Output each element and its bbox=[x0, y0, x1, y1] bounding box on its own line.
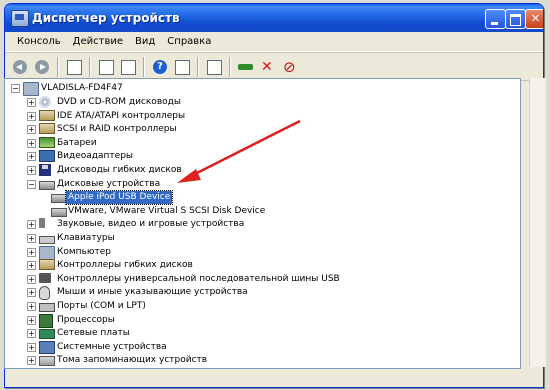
expand-icon[interactable]: + bbox=[27, 166, 36, 175]
close-icon: ✕ bbox=[530, 12, 541, 25]
print-button[interactable] bbox=[118, 57, 138, 77]
usb-controller-icon bbox=[39, 272, 51, 283]
device-label: Клавиатуры bbox=[57, 233, 115, 243]
minimize-icon bbox=[491, 22, 498, 25]
cdrom-icon bbox=[39, 96, 51, 108]
device-label: Мыши и иные указывающие устройства bbox=[57, 287, 248, 298]
expand-icon[interactable]: + bbox=[27, 274, 36, 284]
computer-icon bbox=[39, 245, 55, 260]
network-adapter-icon bbox=[39, 329, 55, 340]
cpu-icon bbox=[39, 313, 53, 328]
toolbar-separator bbox=[89, 56, 91, 77]
back-button[interactable] bbox=[10, 57, 30, 77]
floppy-controller-icon bbox=[39, 259, 55, 271]
device-label: Тома запоминающих устройств bbox=[57, 355, 208, 366]
expand-icon[interactable]: + bbox=[27, 152, 36, 162]
forward-button[interactable] bbox=[32, 57, 52, 77]
maximize-button[interactable] bbox=[505, 9, 526, 29]
expand-icon[interactable]: + bbox=[27, 234, 36, 243]
expand-icon[interactable]: + bbox=[27, 261, 36, 271]
expand-icon[interactable]: + bbox=[27, 329, 36, 339]
device-label: IDE ATA/ATAPI контроллеры bbox=[57, 110, 186, 121]
sound-icon bbox=[39, 218, 45, 229]
scsi-controller-icon bbox=[39, 123, 55, 135]
scan-hardware-button[interactable] bbox=[204, 57, 224, 77]
device-label: Дисководы гибких дисков bbox=[57, 165, 182, 175]
toolbar-separator bbox=[197, 56, 199, 77]
device-label: Звуковые, видео и игровые устройства bbox=[57, 219, 245, 230]
menu-bar: Консоль Действие Вид Справка bbox=[5, 32, 543, 52]
expand-icon[interactable]: + bbox=[27, 220, 36, 230]
toolbar-separator bbox=[57, 56, 59, 77]
expand-icon[interactable]: + bbox=[27, 288, 36, 298]
device-label: Контроллеры гибких дисков bbox=[57, 260, 193, 271]
show-hide-tree-button[interactable] bbox=[64, 57, 84, 77]
port-icon bbox=[39, 303, 55, 312]
device-label: Процессоры bbox=[57, 314, 115, 325]
expand-icon[interactable]: + bbox=[27, 111, 36, 121]
mouse-icon bbox=[39, 286, 50, 301]
keyboard-icon bbox=[39, 236, 55, 244]
view-details-button[interactable] bbox=[172, 57, 192, 77]
menu-view[interactable]: Вид bbox=[129, 36, 161, 47]
device-label: Системные устройства bbox=[57, 341, 167, 352]
system-device-icon bbox=[39, 340, 55, 354]
device-label: Apple iPod USB Device bbox=[64, 190, 174, 206]
expand-icon[interactable]: + bbox=[27, 125, 36, 135]
ide-controller-icon bbox=[39, 109, 55, 121]
device-label: SCSI и RAID контроллеры bbox=[57, 124, 177, 135]
floppy-icon bbox=[39, 164, 51, 176]
minimize-button[interactable] bbox=[485, 9, 506, 29]
maximize-icon bbox=[510, 14, 521, 26]
device-label: Порты (COM и LPT) bbox=[57, 301, 146, 311]
battery-icon bbox=[39, 136, 55, 148]
expand-icon[interactable]: + bbox=[27, 315, 36, 325]
device-label: Контроллеры универсальной последовательн… bbox=[57, 273, 340, 284]
menu-console[interactable]: Консоль bbox=[11, 36, 67, 47]
device-label: Компьютер bbox=[57, 246, 111, 257]
device-label: DVD и CD-ROM дисководы bbox=[57, 97, 181, 107]
computer-icon bbox=[23, 82, 39, 96]
uninstall-device-button[interactable] bbox=[258, 57, 278, 77]
device-tree[interactable]: − VLADISLA-FD4F47 + DVD и CD-ROM дисковод… bbox=[4, 78, 521, 369]
title-bar[interactable]: Диспетчер устройств ✕ bbox=[5, 4, 543, 32]
tree-root-label: VLADISLA-FD4F47 bbox=[41, 83, 123, 93]
device-label: Батареи bbox=[57, 137, 97, 148]
device-label: VMware, VMware Virtual S SCSI Disk Devic… bbox=[68, 205, 266, 216]
disk-drive-icon bbox=[39, 180, 55, 190]
menu-action[interactable]: Действие bbox=[67, 36, 129, 47]
expand-icon[interactable]: + bbox=[27, 302, 36, 311]
menu-help[interactable]: Справка bbox=[161, 36, 217, 47]
display-adapter-icon bbox=[39, 150, 55, 163]
toolbar-separator bbox=[229, 56, 231, 77]
collapse-icon[interactable]: − bbox=[11, 84, 20, 93]
device-label: Дисковые устройства bbox=[57, 178, 161, 189]
device-label: Видеоадаптеры bbox=[57, 151, 134, 162]
disk-drive-icon bbox=[51, 194, 67, 204]
update-driver-button[interactable] bbox=[236, 57, 256, 77]
storage-volume-icon bbox=[39, 356, 55, 367]
collapse-icon[interactable]: − bbox=[27, 179, 36, 189]
expand-icon[interactable]: + bbox=[27, 342, 36, 352]
disk-drive-icon bbox=[51, 207, 67, 217]
expand-icon[interactable]: + bbox=[27, 98, 36, 107]
disable-device-button[interactable] bbox=[280, 57, 300, 77]
close-button[interactable]: ✕ bbox=[525, 9, 543, 29]
properties-button[interactable] bbox=[96, 57, 116, 77]
window-title: Диспетчер устройств bbox=[32, 11, 180, 25]
help-button[interactable] bbox=[150, 57, 170, 77]
expand-icon[interactable]: + bbox=[27, 356, 36, 366]
expand-icon[interactable]: + bbox=[27, 247, 36, 257]
expand-icon[interactable]: + bbox=[27, 138, 36, 148]
vertical-scrollbar[interactable] bbox=[529, 78, 546, 367]
device-manager-app-icon bbox=[11, 10, 29, 27]
toolbar-separator bbox=[143, 56, 145, 77]
device-label: Сетевые платы bbox=[57, 328, 130, 339]
toolbar bbox=[5, 52, 543, 81]
